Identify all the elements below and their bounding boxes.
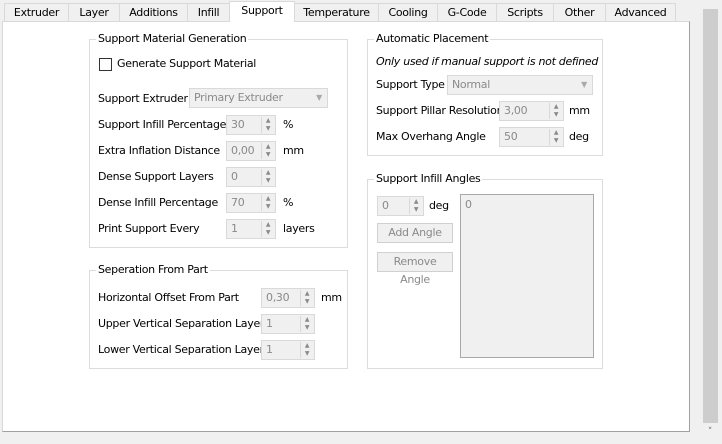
spin-arrows-icon[interactable]: ▲ ▼ [261,117,274,133]
support-extruder-select[interactable]: Primary Extruder ▼ [189,88,328,108]
dense-infill-label: Dense Infill Percentage [98,196,218,209]
dense-layers-label: Dense Support Layers [98,170,214,183]
scrollbar-thumb[interactable] [703,9,718,423]
unit: mm [283,144,304,157]
dense-infill-spinbox[interactable]: 70 ▲ ▼ [226,193,276,213]
scroll-down-icon[interactable]: ˅ [701,427,719,437]
overhang-spinbox[interactable]: 50 ▲ ▼ [499,127,564,147]
scroll-up-icon[interactable]: ˄ [701,0,719,8]
horizontal-offset-label: Horizontal Offset From Part [98,291,239,304]
angles-list[interactable]: 0 [460,194,594,358]
dense-layers-spinbox[interactable]: 0 ▲ ▼ [226,167,276,187]
group-title: Seperation From Part [96,263,210,276]
infill-pct-label: Support Infill Percentage [98,118,227,131]
angle-spinbox[interactable]: 0 ▲ ▼ [377,196,424,216]
tab-temperature[interactable]: Temperature [294,3,379,22]
remove-angle-button[interactable]: Remove Angle [377,252,453,286]
pillar-resolution-label: Support Pillar Resolution [376,104,504,117]
chevron-down-icon: ▼ [316,93,322,102]
unit: deg [429,199,449,212]
lower-separation-spinbox[interactable]: 1 ▲ ▼ [261,340,315,360]
tab-scripts[interactable]: Scripts [496,3,554,22]
spin-value: 0,30 [266,291,290,304]
unit: layers [283,222,315,235]
vertical-scrollbar[interactable]: ˄ ˅ [701,0,719,444]
spin-value: 3,00 [504,104,528,117]
list-item[interactable]: 0 [465,198,589,211]
spin-arrows-icon[interactable]: ▲ ▼ [300,290,313,306]
lower-separation-label: Lower Vertical Separation Layers [98,343,270,356]
tab-layer[interactable]: Layer [68,3,120,22]
tab-support[interactable]: Support [229,1,295,22]
inflation-spinbox[interactable]: 0,00 ▲ ▼ [226,141,276,161]
horizontal-offset-spinbox[interactable]: 0,30 ▲ ▼ [261,288,315,308]
print-every-spinbox[interactable]: 1 ▲ ▼ [226,219,276,239]
print-every-label: Print Support Every [98,222,200,235]
tab-extruder[interactable]: Extruder [4,3,69,22]
overhang-label: Max Overhang Angle [376,130,486,143]
generate-support-checkbox[interactable] [99,58,112,71]
add-angle-button[interactable]: Add Angle [377,223,453,243]
tab-infill[interactable]: Infill [187,3,230,22]
spin-arrows-icon[interactable]: ▲ ▼ [409,198,422,214]
generate-support-label: Generate Support Material [117,57,257,70]
spin-value: 0 [231,170,238,183]
spin-arrows-icon[interactable]: ▲ ▼ [300,342,313,358]
tab-other[interactable]: Other [553,3,606,22]
group-title: Support Infill Angles [374,172,483,185]
spin-arrows-icon[interactable]: ▲ ▼ [549,129,562,145]
spin-value: 30 [231,118,245,131]
chevron-down-icon: ▼ [581,80,587,89]
tab-advanced[interactable]: Advanced [605,3,676,22]
inflation-label: Extra Inflation Distance [98,144,220,157]
tab-gcode[interactable]: G-Code [437,3,497,22]
unit: % [283,118,294,131]
spin-value: 1 [231,222,238,235]
group-title: Automatic Placement [374,32,491,45]
tab-additions[interactable]: Additions [119,3,188,22]
unit: mm [321,291,342,304]
spin-value: 0,00 [231,144,255,157]
spin-arrows-icon[interactable]: ▲ ▼ [261,169,274,185]
upper-separation-label: Upper Vertical Separation Layers [98,317,270,330]
pillar-resolution-spinbox[interactable]: 3,00 ▲ ▼ [499,101,564,121]
support-type-label: Support Type [376,78,445,91]
spin-arrows-icon[interactable]: ▲ ▼ [261,221,274,237]
spin-arrows-icon[interactable]: ▲ ▼ [261,143,274,159]
support-extruder-label: Support Extruder [98,92,188,105]
placement-note: Only used if manual support is not defin… [376,55,599,68]
unit: mm [569,104,590,117]
infill-pct-spinbox[interactable]: 30 ▲ ▼ [226,115,276,135]
spin-value: 70 [231,196,245,209]
spin-value: 1 [266,343,273,356]
group-title: Support Material Generation [96,32,249,45]
spin-value: 50 [504,130,518,143]
spin-value: 1 [266,317,273,330]
upper-separation-spinbox[interactable]: 1 ▲ ▼ [261,314,315,334]
spin-arrows-icon[interactable]: ▲ ▼ [300,316,313,332]
select-value: Normal [452,78,490,91]
unit: deg [569,130,589,143]
support-type-select[interactable]: Normal ▼ [447,75,593,95]
spin-arrows-icon[interactable]: ▲ ▼ [549,103,562,119]
spin-value: 0 [382,199,389,212]
spin-arrows-icon[interactable]: ▲ ▼ [261,195,274,211]
tab-cooling[interactable]: Cooling [378,3,438,22]
select-value: Primary Extruder [194,91,283,104]
unit: % [283,196,294,209]
